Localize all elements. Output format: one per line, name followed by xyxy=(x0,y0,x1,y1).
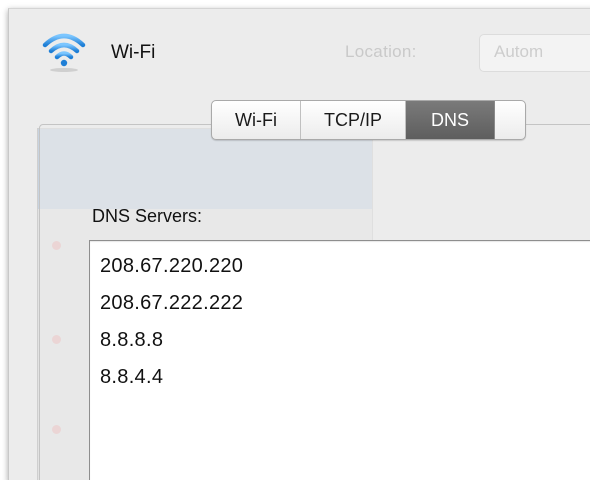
location-select-value: Autom xyxy=(494,42,544,61)
screenshot: Wi-Fi Location: Autom Wi-Fi TCP/IP DNS D… xyxy=(0,0,590,487)
location-label: Location: xyxy=(345,42,417,61)
page-edge xyxy=(0,480,590,487)
list-item[interactable]: 208.67.220.220 xyxy=(100,255,243,278)
dns-servers-label: DNS Servers: xyxy=(92,206,203,226)
page-title: Wi-Fi xyxy=(111,42,156,63)
tab-bar: Wi-Fi TCP/IP DNS xyxy=(211,100,527,140)
tab-wifi[interactable]: Wi-Fi xyxy=(212,101,301,139)
list-item[interactable]: 8.8.8.8 xyxy=(100,329,163,352)
tab-dns[interactable]: DNS xyxy=(406,101,495,139)
dns-servers-list[interactable]: 208.67.220.220 208.67.222.222 8.8.8.8 8.… xyxy=(89,240,590,481)
location-select[interactable]: Autom xyxy=(479,34,590,72)
tab-overflow[interactable] xyxy=(494,101,525,139)
wifi-icon xyxy=(42,33,86,72)
list-item[interactable]: 8.8.4.4 xyxy=(100,366,163,389)
network-preferences-window: Wi-Fi Location: Autom Wi-Fi TCP/IP DNS D… xyxy=(8,8,590,482)
header: Wi-Fi Location: Autom xyxy=(9,9,590,89)
tab-tcpip[interactable]: TCP/IP xyxy=(301,101,406,139)
list-item[interactable]: 208.67.222.222 xyxy=(100,292,243,315)
